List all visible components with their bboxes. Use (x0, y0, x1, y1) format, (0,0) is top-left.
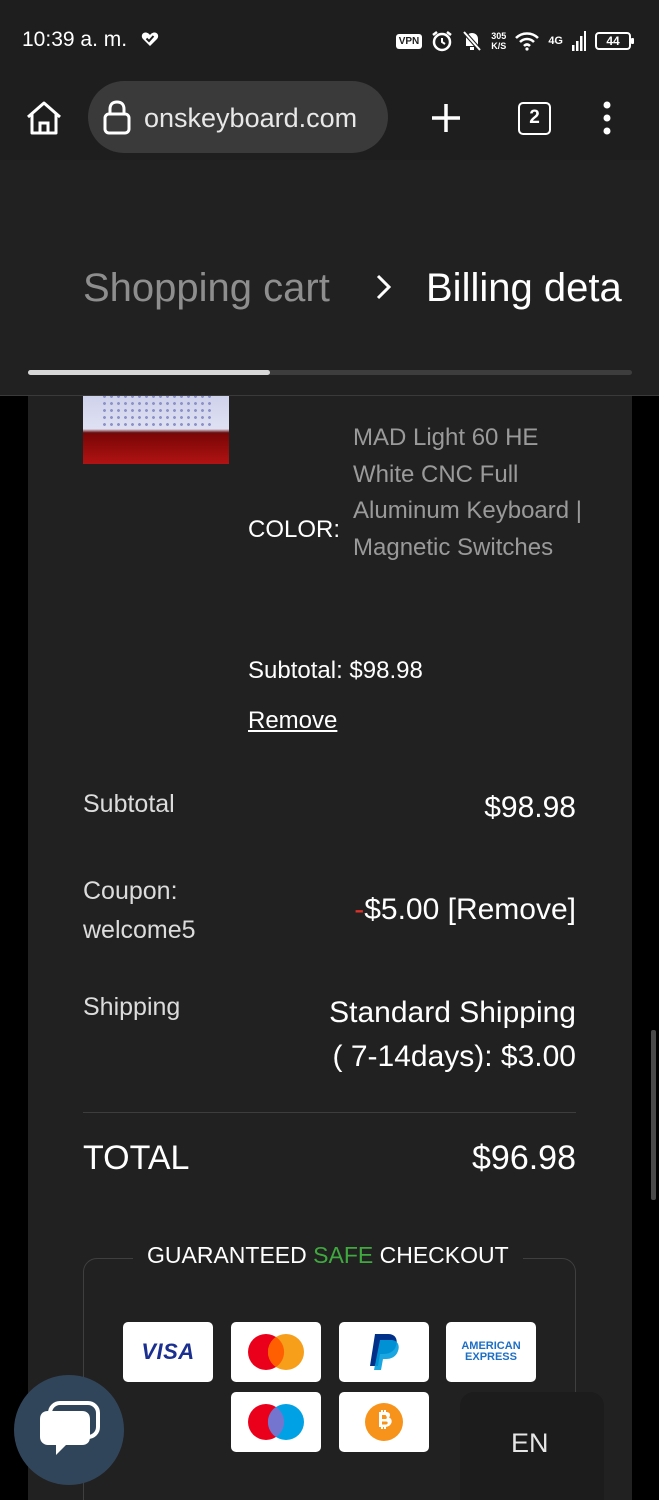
product-image-keys (101, 396, 211, 426)
signal-icon (572, 31, 586, 51)
status-bar: 10:39 a. m. VPN 305 K/S 4G 44 (0, 0, 659, 80)
more-vert-icon[interactable] (598, 100, 616, 136)
visa-text: VISA (141, 1339, 195, 1364)
total-label: TOTAL (83, 1139, 190, 1177)
mastercard-icon (248, 1334, 304, 1370)
coupon-label-title: Coupon: (83, 877, 178, 905)
url-text[interactable]: onskeyboard.com (144, 103, 380, 134)
tabs-count-button[interactable]: 2 (518, 102, 551, 135)
step-shopping-cart[interactable]: Shopping cart (83, 266, 330, 311)
chevron-right-icon (376, 274, 392, 300)
network-speed-value: 305 (491, 31, 507, 41)
visa-logo: VISA (123, 1322, 213, 1382)
coupon-amount[interactable]: $5.00 [Remove] (364, 893, 576, 926)
remove-item-link[interactable]: Remove (248, 707, 337, 735)
paypal-icon (370, 1334, 399, 1370)
language-selector[interactable]: EN (460, 1392, 604, 1500)
vpn-badge: VPN (395, 33, 423, 49)
item-subtotal: Subtotal: $98.98 (248, 657, 423, 684)
heart-check-icon (141, 32, 159, 46)
network-speed-unit: K/S (491, 41, 507, 51)
bitcoin-logo (339, 1392, 429, 1452)
amex-text: AMERICAN EXPRESS (461, 1341, 520, 1363)
checkout-progress-fill (28, 370, 270, 375)
shipping-label: Shipping (83, 993, 181, 1021)
chat-icon (40, 1401, 100, 1455)
browser-toolbar: onskeyboard.com 2 (0, 80, 659, 160)
language-label[interactable]: EN (511, 1428, 549, 1459)
paypal-logo (339, 1322, 429, 1382)
product-image-base (83, 434, 229, 464)
bitcoin-icon (365, 1403, 403, 1441)
checkout-breadcrumb: Shopping cart Billing deta (0, 160, 659, 396)
safe-title-part1: GUARANTEED (147, 1242, 314, 1268)
maestro-icon (248, 1404, 304, 1440)
lock-icon[interactable] (102, 99, 132, 135)
order-summary-panel: COLOR: MAD Light 60 HE White CNC Full Al… (28, 396, 632, 1500)
shipping-cost: ( 7-14days): $3.00 (332, 1040, 576, 1073)
coupon-code: welcome5 (83, 916, 196, 944)
shipping-value: Standard Shipping ( 7-14days): $3.00 (329, 991, 576, 1079)
alarm-icon (432, 31, 453, 52)
home-icon[interactable] (22, 98, 66, 138)
safe-title-safe: SAFE (313, 1242, 374, 1268)
coupon-minus: - (354, 893, 365, 926)
shipping-method: Standard Shipping (329, 996, 576, 1029)
amex-logo: AMERICAN EXPRESS (446, 1322, 536, 1382)
status-icons: VPN 305 K/S 4G 44 (395, 28, 634, 54)
coupon-value[interactable]: -$5.00 [Remove] (354, 888, 576, 932)
subtotal-label: Subtotal (83, 790, 175, 818)
safe-title-part3: CHECKOUT (373, 1242, 509, 1268)
amex-text-line2: EXPRESS (465, 1351, 517, 1363)
coupon-label: Coupon: welcome5 (83, 872, 196, 950)
new-tab-plus-icon[interactable] (428, 100, 464, 136)
network-speed: 305 K/S (491, 31, 506, 51)
checkout-progress-bar (28, 370, 632, 375)
mastercard-logo (231, 1322, 321, 1382)
color-label: COLOR: (248, 516, 341, 543)
maestro-logo (231, 1392, 321, 1452)
color-value: MAD Light 60 HE White CNC Full Aluminum … (353, 424, 583, 562)
page-scrollbar[interactable] (651, 1030, 656, 1200)
url-bar[interactable]: onskeyboard.com (88, 81, 388, 153)
status-time: 10:39 a. m. (22, 28, 128, 51)
subtotal-value: $98.98 (484, 791, 576, 824)
total-value: $96.98 (472, 1139, 576, 1177)
summary-divider (83, 1112, 576, 1113)
wifi-icon (515, 32, 540, 51)
bell-off-icon (462, 30, 482, 52)
chat-button[interactable] (14, 1375, 124, 1485)
network-type: 4G (548, 35, 563, 47)
step-billing-details: Billing deta (426, 266, 622, 310)
safe-checkout-title: GUARANTEED SAFE CHECKOUT (133, 1242, 523, 1269)
product-image[interactable] (83, 396, 229, 464)
battery-indicator: 44 (595, 32, 634, 50)
